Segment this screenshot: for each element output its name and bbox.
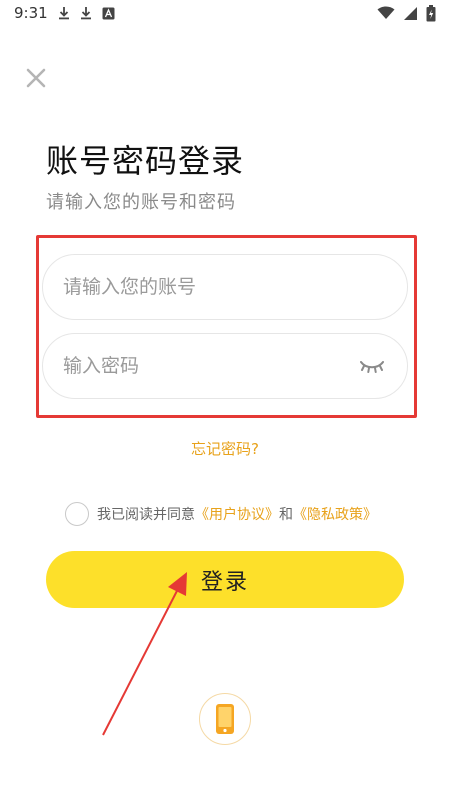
phone-icon <box>216 704 234 734</box>
status-bar: 9:31 <box>0 0 450 26</box>
privacy-policy-link[interactable]: 《隐私政策》 <box>293 504 377 524</box>
close-button[interactable] <box>22 64 50 92</box>
phone-login-button[interactable] <box>199 693 251 745</box>
user-agreement-link[interactable]: 《用户协议》 <box>195 504 279 524</box>
account-input[interactable] <box>63 276 387 298</box>
password-input[interactable] <box>63 355 357 377</box>
page-title: 账号密码登录 <box>46 142 245 180</box>
a-badge-icon <box>102 7 115 20</box>
login-screen: 9:31 账号密码登录 请输入您的账号和密码 请输入您的账号 忘记密码? 我已阅… <box>0 0 450 800</box>
password-visibility-toggle[interactable] <box>357 354 387 378</box>
download-icon <box>80 6 92 20</box>
agreement-prefix: 我已阅读并同意 <box>97 507 195 523</box>
agreement-checkbox[interactable] <box>65 502 89 526</box>
page-subtitle: 请输入您的账号和密码 <box>46 192 236 213</box>
close-icon <box>26 68 46 88</box>
status-time: 9:31 <box>14 4 48 22</box>
agreement-row: 我已阅读并同意 《用户协议》 和 《隐私政策》 <box>65 502 405 526</box>
status-right <box>377 4 436 22</box>
status-left: 9:31 <box>14 4 115 22</box>
login-button[interactable]: 登录 <box>46 551 404 608</box>
signal-icon <box>403 6 418 21</box>
agreement-connector: 和 <box>279 507 293 523</box>
battery-charging-icon <box>426 4 436 22</box>
account-field[interactable] <box>42 254 408 320</box>
forgot-password-link[interactable]: 忘记密码? <box>0 438 450 459</box>
password-field[interactable] <box>42 333 408 399</box>
download-icon <box>58 6 70 20</box>
eye-closed-icon <box>360 361 384 373</box>
wifi-icon <box>377 6 395 20</box>
